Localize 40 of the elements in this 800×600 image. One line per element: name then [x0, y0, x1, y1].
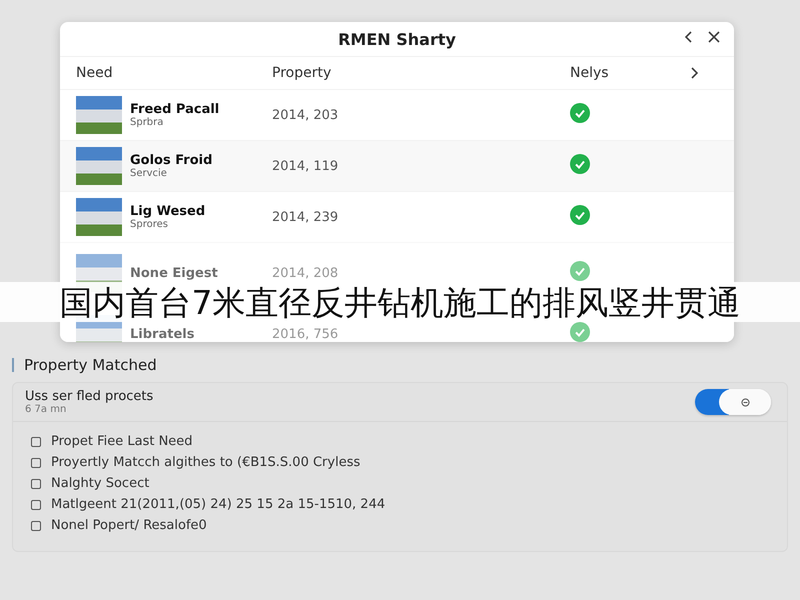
checkbox-label: Matlgeent 21(2011,(05) 24) 25 15 2a 15-1510, 244	[51, 497, 386, 512]
checkbox[interactable]	[31, 458, 41, 468]
table-cell-text: 2014, 203	[272, 108, 340, 122]
window-title: RMEN Sharty	[338, 30, 456, 48]
property-name: Libratels	[130, 326, 194, 342]
table-cell-text: 2014, 239	[272, 210, 340, 224]
checkbox[interactable]	[31, 500, 41, 510]
accent-bar	[12, 358, 14, 372]
close-icon[interactable]	[708, 30, 720, 44]
column-header: Need	[76, 65, 114, 81]
checkbox[interactable]	[31, 478, 41, 488]
property-name: Lig Wesed	[130, 204, 206, 219]
photo-placeholder	[76, 96, 122, 134]
checkbox[interactable]	[31, 520, 41, 530]
back-icon[interactable]	[684, 30, 694, 44]
table-cell-text: 2016, 756	[272, 326, 340, 342]
property-type: Sprbra	[130, 117, 164, 128]
circle-icon	[740, 398, 750, 406]
column-header: Nelys	[570, 65, 610, 81]
table-cell-text: 2014, 119	[272, 158, 340, 174]
checkbox-label: Nonel Popert/ Resalofe0	[51, 518, 207, 533]
toggle-label: Uss ser fled procets	[25, 389, 154, 404]
toggle-switch[interactable]	[695, 389, 771, 415]
checkbox-label: Nalghty Socect	[51, 476, 150, 491]
property-type: Sprores	[130, 219, 169, 230]
caption-text: 国内首台7米直径反井钻机施工的排风竖井贯通	[60, 286, 740, 318]
property-name: None Eigest	[130, 266, 218, 280]
checkbox-label: Propet Fiee Last Need	[51, 434, 193, 449]
property-type: Servcie	[130, 168, 168, 179]
property-name: Golos Froid	[130, 153, 212, 168]
photo-placeholder	[76, 147, 122, 185]
property-name: Freed Pacall	[130, 102, 220, 117]
checkbox-label: Proyertly Matcch algithes to (€B1S.S.00 Cryless	[51, 455, 360, 470]
toggle-sublabel: 6 7a mn	[25, 404, 68, 415]
column-header: Property	[272, 65, 332, 81]
chevron-right-icon[interactable]	[690, 67, 698, 79]
photo-placeholder	[76, 198, 122, 236]
section-title: Property Matched	[24, 356, 157, 374]
checkbox[interactable]	[31, 436, 41, 446]
table-cell-text: 2014, 208	[272, 266, 340, 280]
